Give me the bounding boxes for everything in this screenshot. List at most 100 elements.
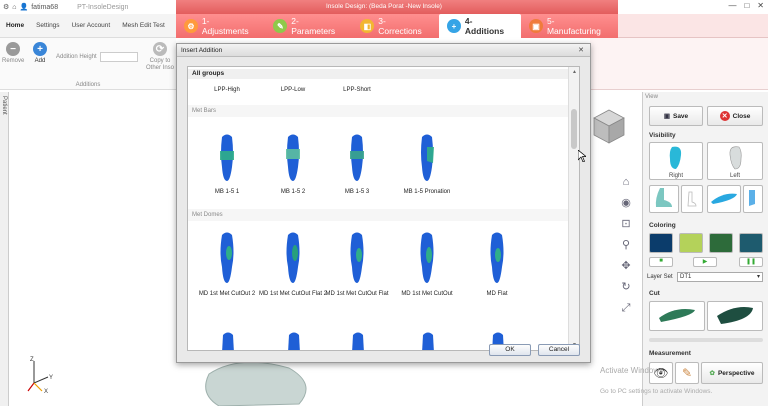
color-mode-4[interactable] [739, 233, 763, 253]
all-groups-header: All groups [188, 69, 569, 79]
dialog-close-button[interactable]: ✕ [576, 46, 586, 55]
tab-corrections[interactable]: ◧ 3- Corrections [352, 14, 439, 38]
met-domes-row: MD 1st Met CutOut 2 MD 1st Met CutOut Fl… [188, 221, 569, 317]
axis-gizmo: Z Y X [27, 357, 53, 395]
addition-lpp-high[interactable]: LPP-High [192, 87, 262, 93]
tabbar-filler [618, 14, 768, 38]
add-button[interactable]: + Add [30, 42, 50, 64]
pause-icon[interactable]: ❚❚ [739, 257, 763, 267]
cancel-button[interactable]: Cancel [538, 344, 580, 356]
additions-icon: + [447, 19, 461, 33]
insole-partial-icon [222, 332, 234, 350]
addition-height-input[interactable] [100, 52, 138, 62]
addition-md-1st-met-cutout-2[interactable]: MD 1st Met CutOut 2 [192, 231, 262, 297]
tab-manufacturing[interactable]: ▣ 5- Manufacturing [521, 14, 618, 38]
insole-met-dome-icon [220, 232, 234, 283]
foot-view-toggle[interactable] [649, 185, 679, 213]
stop-icon[interactable]: ■ [649, 257, 673, 267]
zoom-icon[interactable]: ⚲ [619, 238, 633, 252]
close-button[interactable]: ✕ Close [707, 106, 763, 126]
outline-icon [687, 191, 697, 207]
menu-home[interactable]: Home [6, 22, 24, 29]
color-mode-3[interactable] [709, 233, 733, 253]
floppy-disk-icon: ▣ [663, 113, 670, 120]
addition-md-flat[interactable]: MD Flat [462, 231, 532, 297]
settings-icon[interactable]: ⚙ [3, 3, 9, 11]
scroll-up-icon[interactable]: ▲ [569, 69, 579, 75]
met-domes-header-row: Met Domes [188, 209, 569, 221]
left-insole-toggle[interactable]: Left [707, 142, 763, 180]
cut-mode-2[interactable] [707, 301, 763, 331]
menu-mesh-edit-test[interactable]: Mesh Edit Test [122, 22, 165, 29]
patient-tab-label: Patient [1, 96, 7, 115]
right-panel: View ▣ Save ✕ Close Visibility Right Lef… [642, 92, 768, 406]
addition-mb-1-5-3[interactable]: MB 1-5 3 [322, 133, 392, 195]
addition-md-1st-met-cutout-flat[interactable]: MD 1st Met CutOut Flat [322, 231, 392, 297]
maximize-button[interactable]: □ [744, 1, 749, 10]
home-view-icon[interactable]: ⌂ [619, 175, 633, 189]
mouse-cursor-icon [578, 150, 586, 162]
look-at-icon[interactable]: ◉ [619, 196, 633, 210]
foot-icon [655, 188, 672, 207]
plus-icon: + [33, 42, 47, 56]
outline-toggle[interactable] [681, 185, 703, 213]
close-window-button[interactable]: ✕ [757, 1, 764, 10]
remove-button[interactable]: − Remove [2, 42, 24, 64]
cut-mode-1[interactable] [649, 301, 705, 331]
cut-slider[interactable] [649, 338, 763, 342]
pan-icon[interactable]: ✥ [619, 259, 633, 273]
ribbon-additions: − Remove + Add Addition Height ⟳ Copy to… [0, 38, 176, 90]
rotate-icon[interactable]: ↻ [619, 280, 633, 294]
copy-to-other-insole-button[interactable]: ⟳ Copy to Other Inso [144, 42, 176, 72]
ok-button[interactable]: OK [489, 344, 531, 356]
play-icon[interactable]: ▶ [693, 257, 717, 267]
view-section-label: View [645, 94, 658, 100]
color-mode-1[interactable] [649, 233, 673, 253]
insole-side-toggle[interactable] [707, 185, 741, 213]
tab-additions[interactable]: + 4- Additions [439, 14, 522, 38]
user-name: fatima68 [31, 3, 59, 11]
menu-bar: Home Settings User Account Mesh Edit Tes… [0, 14, 176, 38]
tab-adjustments[interactable]: ⚙ 1- Adjustments [176, 14, 265, 38]
dialog-scrollbar[interactable]: ▲ ▼ [568, 67, 579, 350]
insole-met-dome-icon [286, 232, 300, 283]
addition-md-1st-met-cutout[interactable]: MD 1st Met CutOut [392, 231, 462, 297]
addition-mb-1-5-2[interactable]: MB 1-5 2 [258, 133, 328, 195]
right-insole-icon [669, 146, 682, 169]
additions-list[interactable]: All groups LPP-High LPP-Low LPP-Short Me… [187, 66, 580, 351]
activation-watermark-title: Activate Windows [600, 366, 664, 375]
user-icon[interactable]: 👤 [20, 3, 29, 11]
svg-text:Z: Z [30, 357, 34, 363]
close-icon: ✕ [719, 111, 730, 121]
addition-lpp-low[interactable]: LPP-Low [258, 87, 328, 93]
home-icon[interactable]: ⌂ [12, 4, 16, 11]
minimize-button[interactable]: — [728, 1, 736, 10]
addition-lpp-short[interactable]: LPP-Short [322, 87, 392, 93]
right-insole-toggle[interactable]: Right [649, 142, 703, 180]
patient-side-panel[interactable]: Patient [0, 92, 9, 406]
addition-md-1st-met-cutout-flat-2[interactable]: MD 1st Met CutOut Flat 2 [258, 231, 328, 297]
addition-mb-1-5-1[interactable]: MB 1-5 1 [192, 133, 262, 195]
menu-user-account[interactable]: User Account [72, 22, 111, 29]
addition-mb-1-5-pronation[interactable]: MB 1-5 Pronation [392, 133, 462, 195]
shell-toggle[interactable] [743, 185, 763, 213]
layer-set-select[interactable]: DT1 [677, 272, 763, 282]
layer-set-label: Layer Set [647, 274, 673, 280]
fit-all-icon[interactable]: ⤢ [619, 301, 633, 315]
view-cube[interactable] [590, 106, 628, 146]
insole-partial-icon [288, 332, 300, 350]
perspective-button[interactable]: ✿ Perspective [701, 362, 763, 384]
svg-text:X: X [44, 389, 48, 395]
ruler-icon[interactable]: ✎ [675, 362, 699, 384]
zoom-window-icon[interactable]: ⊡ [619, 217, 633, 231]
tab-parameters[interactable]: ✎ 2- Parameters [265, 14, 352, 38]
color-mode-2[interactable] [679, 233, 703, 253]
ribbon-right-area [590, 38, 768, 90]
save-button[interactable]: ▣ Save [649, 106, 703, 126]
svg-text:Y: Y [49, 375, 53, 381]
scroll-thumb[interactable] [571, 109, 577, 149]
menu-settings[interactable]: Settings [36, 22, 60, 29]
insole-met-bar-icon [220, 134, 234, 181]
manufacturing-icon: ▣ [529, 19, 543, 33]
insole-met-bar-icon [421, 134, 434, 181]
